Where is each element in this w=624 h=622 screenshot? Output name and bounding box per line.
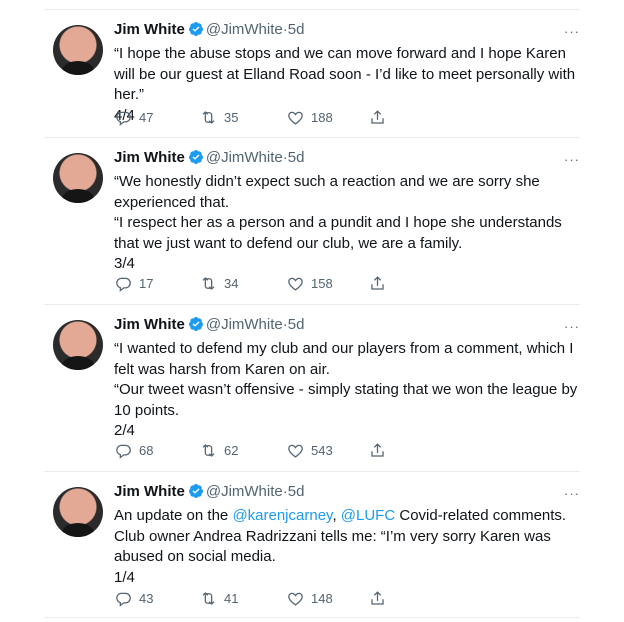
author-name[interactable]: Jim White: [114, 21, 185, 38]
tweet[interactable]: Jim White @JimWhite·5d ··· “We honestly d…: [44, 138, 580, 304]
heart-icon: [288, 444, 303, 458]
like-button[interactable]: 188: [286, 108, 333, 127]
reply-button[interactable]: 47: [114, 108, 153, 127]
mention-link[interactable]: @LUFC: [341, 507, 395, 524]
reply-button[interactable]: 17: [114, 274, 153, 293]
verified-badge-icon: [188, 484, 203, 498]
tweet-header: Jim White @JimWhite·5d: [114, 481, 580, 503]
share-button[interactable]: [368, 589, 393, 608]
retweet-count: 35: [224, 110, 239, 125]
mention-link[interactable]: @karenjcarney: [232, 507, 332, 524]
tweet-text: ,: [332, 507, 337, 524]
share-icon: [371, 110, 384, 124]
tweet[interactable]: Jim White @JimWhite·5d ··· “I hope the ab…: [44, 10, 580, 137]
more-options-icon[interactable]: ···: [564, 152, 580, 167]
reply-count: 68: [139, 443, 154, 458]
author-handle[interactable]: @JimWhite: [206, 483, 283, 500]
tweet-header: Jim White @JimWhite·5d: [114, 314, 580, 336]
retweet-icon: [202, 444, 215, 457]
more-options-icon[interactable]: ···: [564, 486, 580, 501]
avatar[interactable]: [53, 320, 103, 370]
tweet-actions: 47 35 188: [114, 108, 414, 130]
tweet-time[interactable]: 5d: [288, 316, 305, 333]
author-name[interactable]: Jim White: [114, 483, 185, 500]
tweet-body: “We honestly didn’t expect such a reacti…: [114, 172, 580, 275]
like-count: 543: [311, 443, 333, 458]
author-handle[interactable]: @JimWhite: [206, 149, 283, 166]
author-name[interactable]: Jim White: [114, 149, 185, 166]
tweet-text-line: An update on the @karenjcarney, @LUFC Co…: [114, 506, 580, 568]
verified-badge-icon: [188, 22, 203, 36]
verified-badge-icon: [188, 150, 203, 164]
tweet-actions: 43 41 148: [114, 589, 414, 611]
retweet-button[interactable]: 34: [199, 274, 238, 293]
retweet-count: 41: [224, 591, 239, 606]
tweet-divider: [44, 617, 580, 618]
retweet-icon: [202, 111, 215, 124]
avatar[interactable]: [53, 25, 103, 75]
like-count: 188: [311, 110, 333, 125]
retweet-icon: [202, 592, 215, 605]
reply-button[interactable]: 68: [114, 441, 153, 460]
retweet-count: 62: [224, 443, 239, 458]
reply-count: 47: [139, 110, 154, 125]
retweet-icon: [202, 277, 215, 290]
tweet-text: An update on the: [114, 507, 229, 524]
author-handle[interactable]: @JimWhite: [206, 21, 283, 38]
author-name[interactable]: Jim White: [114, 316, 185, 333]
tweet-time[interactable]: 5d: [288, 149, 305, 166]
heart-icon: [288, 277, 303, 291]
like-count: 148: [311, 591, 333, 606]
like-count: 158: [311, 276, 333, 291]
verified-badge-icon: [188, 317, 203, 331]
tweet-text-line: “Our tweet wasn’t offensive - simply sta…: [114, 381, 578, 419]
reply-count: 17: [139, 276, 154, 291]
tweet-text-line: “I hope the abuse stops and we can move …: [114, 45, 576, 103]
share-button[interactable]: [368, 274, 393, 293]
author-handle[interactable]: @JimWhite: [206, 316, 283, 333]
tweet-body: “I wanted to defend my club and our play…: [114, 339, 580, 442]
avatar[interactable]: [53, 153, 103, 203]
tweet-text-line: “I wanted to defend my club and our play…: [114, 340, 574, 378]
share-icon: [371, 591, 384, 605]
retweet-count: 34: [224, 276, 239, 291]
tweet-text-line: 1/4: [114, 568, 135, 586]
retweet-button[interactable]: 35: [199, 108, 238, 127]
like-button[interactable]: 148: [286, 589, 333, 608]
tweet[interactable]: Jim White @JimWhite·5d ··· An update on t…: [44, 472, 580, 617]
tweet[interactable]: Jim White @JimWhite·5d ··· “I wanted to d…: [44, 305, 580, 471]
avatar[interactable]: [53, 487, 103, 537]
share-icon: [371, 443, 384, 457]
tweet-text-line: “I respect her as a person and a pundit …: [114, 214, 562, 252]
tweet-header: Jim White @JimWhite·5d: [114, 19, 580, 41]
tweet-actions: 68 62 543: [114, 441, 414, 463]
like-button[interactable]: 158: [286, 274, 333, 293]
heart-icon: [288, 592, 303, 606]
tweet-time[interactable]: 5d: [288, 21, 305, 38]
retweet-button[interactable]: 62: [199, 441, 238, 460]
tweet-text-line: 3/4: [114, 255, 135, 272]
tweet-body: An update on the @karenjcarney, @LUFC Co…: [114, 506, 580, 588]
tweet-time[interactable]: 5d: [288, 483, 305, 500]
more-options-icon[interactable]: ···: [564, 319, 580, 334]
reply-icon: [116, 444, 131, 459]
reply-icon: [116, 277, 131, 292]
like-button[interactable]: 543: [286, 441, 333, 460]
more-options-icon[interactable]: ···: [564, 24, 580, 39]
reply-button[interactable]: 43: [114, 589, 153, 608]
tweet-text-line: “We honestly didn’t expect such a reacti…: [114, 173, 540, 211]
heart-icon: [288, 111, 303, 125]
reply-count: 43: [139, 591, 154, 606]
share-button[interactable]: [368, 441, 393, 460]
share-button[interactable]: [368, 108, 393, 127]
reply-icon: [116, 111, 131, 126]
retweet-button[interactable]: 41: [199, 589, 238, 608]
tweet-header: Jim White @JimWhite·5d: [114, 147, 580, 169]
tweet-text-line: 2/4: [114, 422, 135, 439]
share-icon: [371, 276, 384, 290]
tweet-actions: 17 34 158: [114, 274, 414, 296]
reply-icon: [116, 592, 131, 607]
